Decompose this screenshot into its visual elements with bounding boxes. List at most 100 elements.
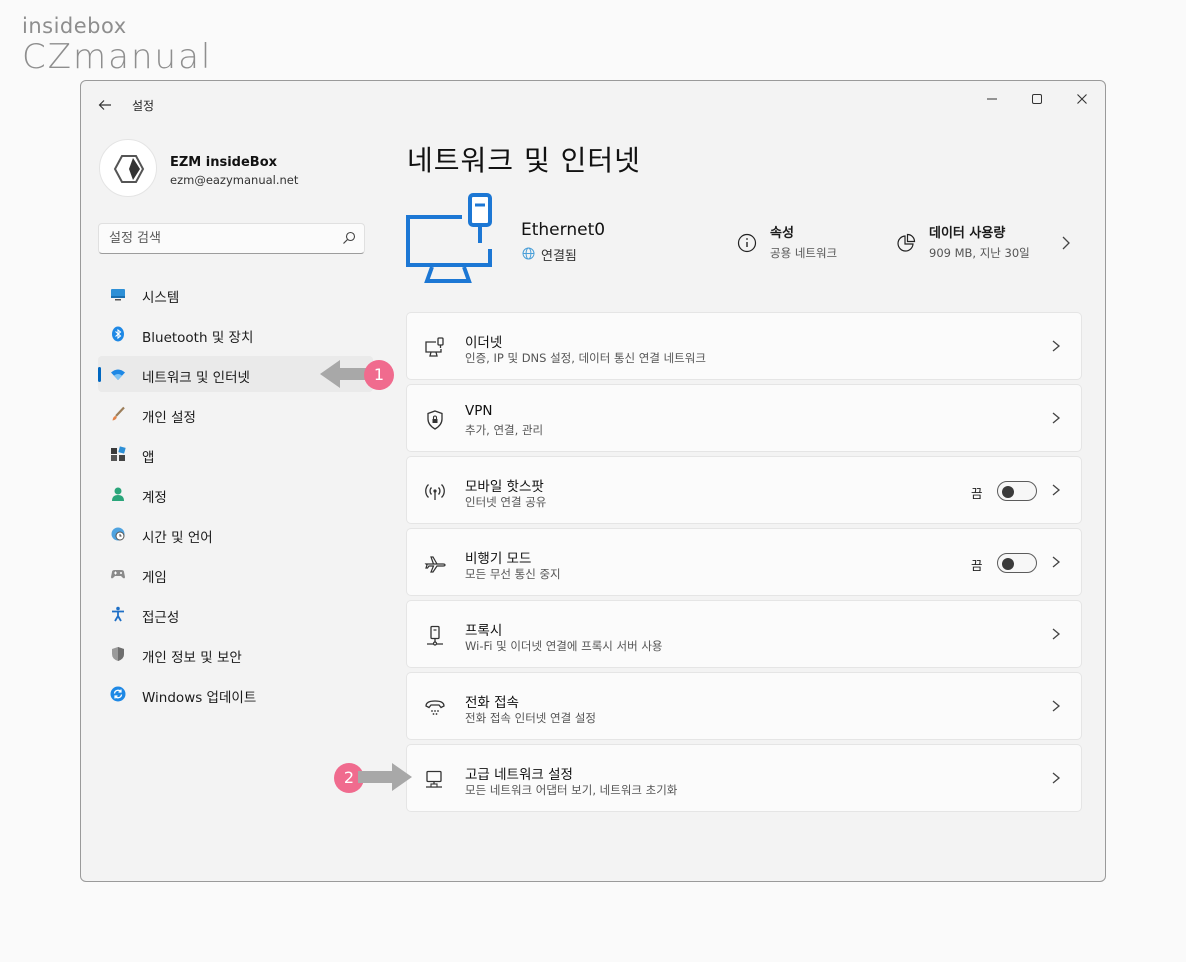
connection-status: 연결됨 [541, 249, 577, 264]
sidebar-item-windows-update[interactable]: Windows 업데이트 [98, 676, 373, 712]
sidebar-item-label: 앱 [142, 450, 155, 466]
avatar[interactable] [99, 139, 157, 197]
proxy-icon [427, 625, 443, 646]
card-subtitle: 추가, 연결, 관리 [465, 423, 544, 437]
annotation-arrow-2 [358, 763, 412, 791]
watermark-logo: insidebox CZmanual [22, 14, 212, 76]
sidebar-item-accessibility[interactable]: 접근성 [98, 596, 373, 632]
card-airplane-mode[interactable]: 비행기 모드 모든 무선 통신 중지 끔 [406, 528, 1082, 596]
wifi-icon [111, 369, 125, 380]
maximize-button[interactable] [1015, 87, 1059, 111]
card-dial-up[interactable]: 전화 접속 전화 접속 인터넷 연결 설정 [406, 672, 1082, 740]
card-title: VPN [465, 403, 493, 419]
card-subtitle: 모든 무선 통신 중지 [465, 567, 561, 581]
toggle-knob [1002, 558, 1014, 570]
brush-icon [112, 406, 125, 421]
search-icon[interactable] [342, 231, 356, 245]
watermark-line1: insidebox [22, 14, 127, 38]
chevron-right-icon [1052, 772, 1061, 784]
card-title: 프록시 [465, 623, 503, 639]
data-usage-subtitle: 909 MB, 지난 30일 [929, 246, 1030, 260]
card-title: 모바일 핫스팟 [465, 479, 544, 495]
card-proxy[interactable]: 프록시 Wi-Fi 및 이더넷 연결에 프록시 서버 사용 [406, 600, 1082, 668]
toggle-state-label: 끔 [971, 486, 983, 501]
system-icon [111, 289, 125, 301]
sidebar-item-time-language[interactable]: 시간 및 언어 [98, 516, 373, 552]
sidebar-item-label: Bluetooth 및 장치 [142, 330, 254, 346]
card-title: 고급 네트워크 설정 [465, 767, 573, 783]
card-subtitle: 인증, IP 및 DNS 설정, 데이터 통신 연결 네트워크 [465, 351, 706, 365]
card-mobile-hotspot[interactable]: 모바일 핫스팟 인터넷 연결 공유 끔 [406, 456, 1082, 524]
advanced-network-icon [426, 770, 442, 788]
window-title: 설정 [132, 99, 155, 113]
shield-icon [112, 647, 124, 661]
sidebar-item-label: 개인 정보 및 보안 [142, 650, 242, 666]
sidebar-item-label: 계정 [142, 490, 167, 506]
chevron-right-icon[interactable] [1061, 235, 1071, 251]
minimize-button[interactable] [970, 87, 1014, 111]
settings-window: 설정 EZM insideBox ezm@eazymanual.net 설정 검… [80, 80, 1106, 882]
chevron-right-icon [1052, 484, 1061, 496]
back-button[interactable] [95, 95, 115, 115]
annotation-badge-1: 1 [364, 360, 394, 390]
sidebar-item-label: 게임 [142, 570, 167, 586]
card-subtitle: Wi-Fi 및 이더넷 연결에 프록시 서버 사용 [465, 639, 663, 653]
connection-name: Ethernet0 [521, 220, 606, 240]
card-title: 전화 접속 [465, 695, 519, 711]
sidebar-item-accounts[interactable]: 계정 [98, 476, 373, 512]
info-icon [737, 233, 757, 253]
search-input[interactable] [99, 224, 329, 253]
sidebar-item-gaming[interactable]: 게임 [98, 556, 373, 592]
hotspot-icon [425, 484, 445, 500]
dialup-icon [425, 700, 445, 715]
sidebar-item-bluetooth[interactable]: Bluetooth 및 장치 [98, 316, 373, 352]
sidebar-item-personalization[interactable]: 개인 설정 [98, 396, 373, 432]
chevron-right-icon [1052, 556, 1061, 568]
vpn-shield-icon [427, 410, 443, 430]
accessibility-icon [112, 606, 124, 622]
sidebar-item-label: Windows 업데이트 [142, 690, 257, 706]
airplane-icon [424, 556, 446, 573]
pie-chart-icon [897, 233, 916, 252]
airplane-mode-toggle[interactable] [997, 553, 1037, 573]
search-box[interactable] [98, 223, 365, 254]
sidebar-item-label: 시간 및 언어 [142, 530, 213, 546]
update-icon [110, 686, 126, 702]
bluetooth-icon [112, 326, 124, 342]
minimize-icon [987, 98, 997, 100]
card-title: 비행기 모드 [465, 551, 532, 567]
properties-title: 속성 [770, 226, 794, 241]
sidebar-item-label: 네트워크 및 인터넷 [142, 370, 250, 386]
ethernet-monitor-icon [406, 193, 492, 283]
hotspot-toggle[interactable] [997, 481, 1037, 501]
close-button[interactable] [1060, 87, 1104, 111]
sidebar-item-label: 접근성 [142, 610, 180, 626]
toggle-knob [1002, 486, 1014, 498]
close-icon [1077, 94, 1087, 104]
properties-subtitle: 공용 네트워크 [770, 246, 838, 260]
account-icon [112, 487, 124, 501]
gamepad-icon [111, 570, 125, 579]
avatar-logo-icon [113, 155, 145, 183]
title-bar: 설정 [81, 81, 1105, 127]
card-subtitle: 모든 네트워크 어댑터 보기, 네트워크 초기화 [465, 783, 678, 797]
sidebar-item-privacy[interactable]: 개인 정보 및 보안 [98, 636, 373, 672]
sidebar-item-system[interactable]: 시스템 [98, 276, 373, 312]
card-vpn[interactable]: VPN 추가, 연결, 관리 [406, 384, 1082, 452]
globe-clock-icon [111, 527, 125, 541]
profile-email: ezm@eazymanual.net [170, 173, 299, 187]
ethernet-icon [425, 337, 444, 357]
back-arrow-icon [98, 100, 111, 110]
card-subtitle: 인터넷 연결 공유 [465, 495, 547, 509]
chevron-right-icon [1052, 628, 1061, 640]
sidebar-item-apps[interactable]: 앱 [98, 436, 373, 472]
page-title: 네트워크 및 인터넷 [407, 144, 641, 177]
settings-cards: 이더넷 인증, IP 및 DNS 설정, 데이터 통신 연결 네트워크 VPN … [406, 312, 1082, 816]
card-advanced-network[interactable]: 고급 네트워크 설정 모든 네트워크 어댑터 보기, 네트워크 초기화 [406, 744, 1082, 812]
maximize-icon [1032, 94, 1042, 104]
chevron-right-icon [1052, 340, 1061, 352]
sidebar-item-label: 개인 설정 [142, 410, 196, 426]
card-ethernet[interactable]: 이더넷 인증, IP 및 DNS 설정, 데이터 통신 연결 네트워크 [406, 312, 1082, 380]
card-subtitle: 전화 접속 인터넷 연결 설정 [465, 711, 597, 725]
watermark-line2: CZmanual [22, 37, 213, 77]
